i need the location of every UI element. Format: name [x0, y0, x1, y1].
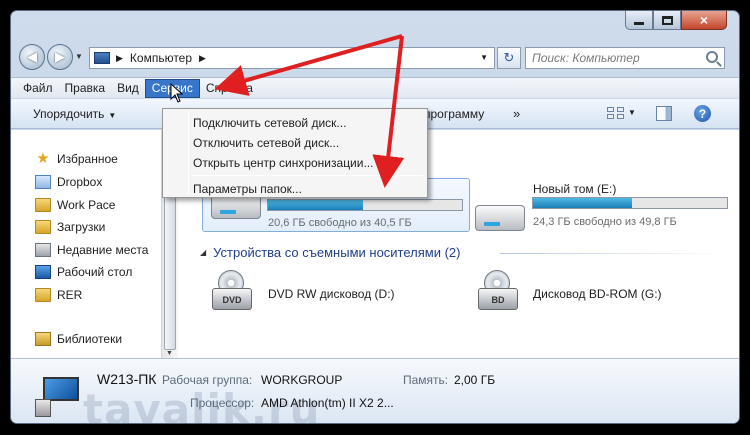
- sidebar-item-label: Work Pace: [57, 198, 116, 212]
- sidebar-item-label: Загрузки: [57, 220, 106, 234]
- menu-help[interactable]: Справка: [200, 79, 259, 98]
- back-arrow-icon: ◀: [27, 49, 37, 64]
- menu-file[interactable]: Файл: [17, 79, 59, 98]
- navigation-row: ◀ ▶ ▼ ▶ Компьютер ▶ ▼ ↻ Поиск: Компьютер: [11, 42, 739, 72]
- sidebar-item-desktop[interactable]: Рабочий стол: [35, 263, 132, 281]
- memory-value: 2,00 ГБ: [454, 373, 496, 387]
- maximize-button[interactable]: [653, 11, 681, 30]
- downloads-folder-icon: [35, 220, 51, 234]
- menu-separator: [191, 175, 423, 176]
- computer-icon: [94, 52, 110, 64]
- forward-button[interactable]: ▶: [47, 44, 73, 70]
- group-header-label: Устройства со съемными носителями (2): [213, 245, 461, 260]
- drive-free-space: 20,6 ГБ свободно из 40,5 ГБ: [268, 217, 412, 229]
- uninstall-program-button[interactable]: программу: [424, 107, 484, 121]
- sidebar-item-label: Недавние места: [57, 243, 149, 257]
- menu-item-map-network-drive[interactable]: Подключить сетевой диск...: [193, 116, 346, 130]
- chevron-down-icon: ▼: [108, 111, 117, 120]
- close-button[interactable]: ×: [681, 11, 727, 30]
- mouse-cursor-icon: [170, 83, 184, 103]
- sidebar-item-label: RER: [57, 288, 83, 302]
- organize-label: Упорядочить: [33, 107, 105, 121]
- refresh-icon: ↻: [503, 50, 515, 65]
- sidebar-item-downloads[interactable]: Загрузки: [35, 218, 105, 236]
- cpu-value: AMD Athlon(tm) II X2 2...: [261, 396, 394, 410]
- workgroup-value: WORKGROUP: [261, 373, 343, 387]
- menu-view[interactable]: Вид: [111, 79, 145, 98]
- sidebar-item-label: Dropbox: [57, 175, 103, 189]
- breadcrumb-separator-icon[interactable]: ▶: [199, 53, 206, 64]
- group-header-removable[interactable]: ◢ Устройства со съемными носителями (2): [200, 245, 461, 260]
- drive-usage-bar: [532, 197, 728, 209]
- explorer-window: × ◀ ▶ ▼ ▶ Компьютер ▶ ▼ ↻ Поиск: Компьют…: [10, 10, 740, 424]
- sidebar-item-favorites[interactable]: ★ Избранное: [35, 150, 118, 168]
- sidebar-item-rer[interactable]: RER: [35, 286, 82, 304]
- star-icon: ★: [36, 150, 50, 167]
- scroll-down-icon[interactable]: ▼: [166, 350, 173, 357]
- minimize-icon: [634, 21, 644, 25]
- close-icon: ×: [699, 12, 709, 28]
- memory-label: Память:: [403, 373, 449, 387]
- sidebar-item-recent-places[interactable]: Недавние места: [35, 241, 148, 259]
- folder-icon: [35, 198, 51, 212]
- sidebar-item-label: Избранное: [57, 152, 118, 166]
- search-input[interactable]: Поиск: Компьютер: [525, 47, 725, 69]
- sidebar-item-work-pace[interactable]: Work Pace: [35, 196, 115, 214]
- hard-drive-icon: [475, 205, 525, 231]
- dropbox-icon: [35, 175, 51, 189]
- address-bar[interactable]: ▶ Компьютер ▶ ▼: [89, 47, 495, 69]
- drive-free-space: 24,3 ГБ свободно из 49,8 ГБ: [533, 216, 677, 228]
- drive-usage-fill: [533, 198, 632, 208]
- minimize-button[interactable]: [625, 11, 653, 30]
- menu-bar: Файл Правка Вид Сервис Справка: [11, 77, 739, 98]
- menu-icon-gutter: [188, 111, 189, 195]
- bd-drive-icon: BD: [478, 270, 518, 312]
- folder-icon: [35, 288, 51, 302]
- sidebar-item-label: Библиотеки: [57, 332, 123, 346]
- maximize-icon: [661, 15, 673, 25]
- details-pane: tavalik.ru W213-ПК Рабочая группа: WORKG…: [11, 358, 739, 423]
- computer-icon: [35, 377, 83, 417]
- more-commands-icon[interactable]: »: [513, 106, 520, 121]
- breadcrumb-separator-icon[interactable]: ▶: [116, 53, 123, 64]
- drive-usage-fill: [268, 200, 364, 210]
- drive-name: DVD RW дисковод (D:): [268, 287, 395, 301]
- organize-button[interactable]: Упорядочить ▼: [33, 107, 116, 121]
- breadcrumb-computer[interactable]: Компьютер: [130, 51, 192, 65]
- computer-name: W213-ПК: [97, 371, 157, 387]
- forward-arrow-icon: ▶: [55, 49, 65, 64]
- help-icon[interactable]: ?: [694, 105, 711, 122]
- menu-edit[interactable]: Правка: [59, 79, 112, 98]
- menu-item-folder-options[interactable]: Параметры папок...: [193, 182, 302, 196]
- desktop-icon: [35, 265, 51, 279]
- workgroup-label: Рабочая группа:: [162, 373, 253, 387]
- search-placeholder: Поиск: Компьютер: [532, 51, 640, 65]
- search-icon: [706, 51, 718, 63]
- dvd-drive-icon: DVD: [212, 270, 252, 312]
- group-divider: [500, 253, 728, 254]
- drive-name: Новый том (E:): [533, 182, 617, 196]
- drive-name: Дисковод BD-ROM (G:): [533, 287, 662, 301]
- collapse-group-icon: ◢: [200, 248, 207, 257]
- address-dropdown-icon[interactable]: ▼: [480, 53, 488, 62]
- drive-usage-bar: [267, 199, 463, 211]
- sidebar-item-dropbox[interactable]: Dropbox: [35, 173, 102, 191]
- cpu-label: Процессор:: [190, 396, 255, 410]
- view-options-chevron-icon[interactable]: ▼: [628, 108, 636, 117]
- sidebar-item-libraries[interactable]: Библиотеки: [35, 330, 122, 348]
- recent-pages-dropdown-icon[interactable]: ▼: [75, 52, 83, 61]
- back-button[interactable]: ◀: [19, 44, 45, 70]
- refresh-button[interactable]: ↻: [497, 47, 521, 69]
- change-view-icon[interactable]: [607, 107, 625, 120]
- menu-item-open-sync-center[interactable]: Открыть центр синхронизации...: [193, 156, 373, 170]
- caption-buttons: ×: [625, 11, 727, 30]
- menu-item-disconnect-network-drive[interactable]: Отключить сетевой диск...: [193, 136, 339, 150]
- libraries-icon: [35, 332, 51, 346]
- tools-menu-dropdown: Подключить сетевой диск... Отключить сет…: [162, 108, 428, 198]
- sidebar-item-label: Рабочий стол: [57, 265, 133, 279]
- navigation-pane: ★ Избранное Dropbox Work Pace Загрузки Н…: [11, 130, 161, 358]
- recent-places-icon: [35, 243, 51, 257]
- preview-pane-icon[interactable]: [656, 106, 672, 121]
